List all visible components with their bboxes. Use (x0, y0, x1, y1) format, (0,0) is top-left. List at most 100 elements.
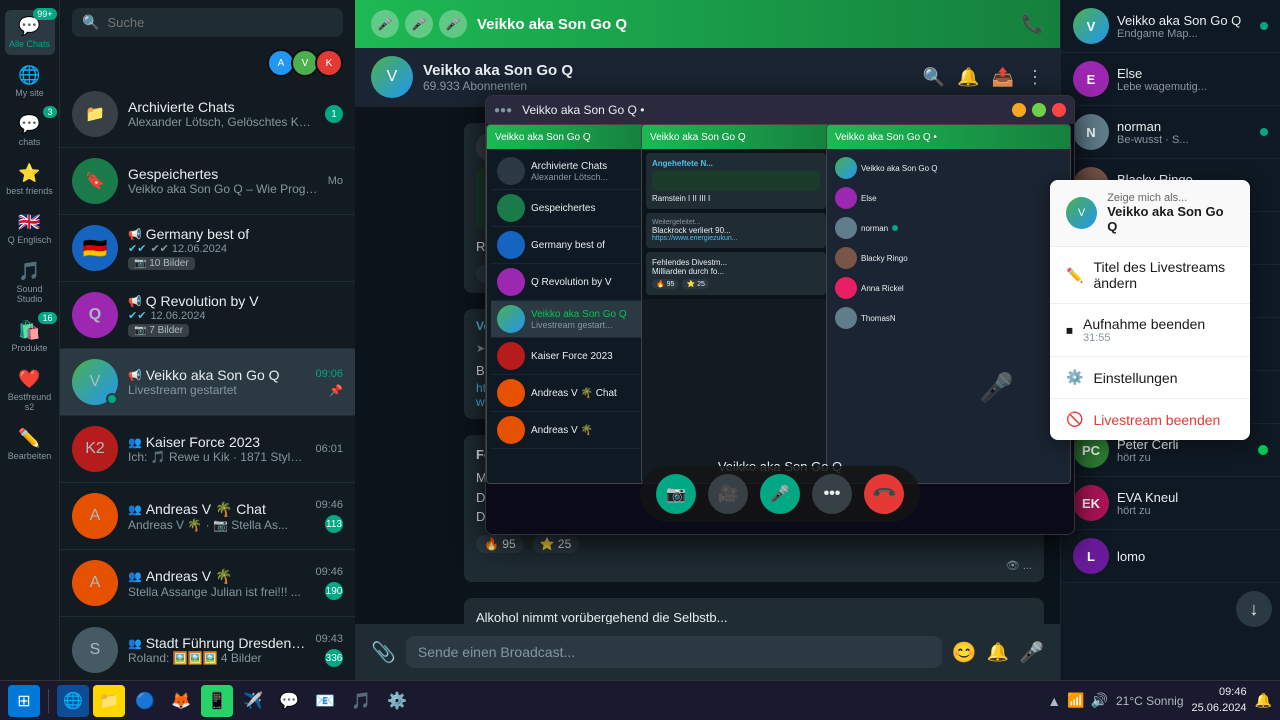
video-btn-end[interactable]: 📞 (856, 466, 913, 523)
video-call-controls: 📷 🎥 🎤 ••• 📞 (640, 466, 920, 522)
mini-chat-2: Gespeichertes (491, 190, 641, 227)
taskbar-app-5[interactable]: 📧 (309, 685, 341, 717)
chat-item-andreas-v2[interactable]: A 👥 Andreas V 🌴 Stella Assange Julian is… (60, 550, 355, 617)
bestfreund-icon: ❤️ (18, 369, 40, 390)
produkte-badge: 16 (38, 312, 56, 324)
chat-avatar-stadt: S (72, 627, 118, 673)
taskbar-whatsapp-icon[interactable]: 📱 (201, 685, 233, 717)
tray-notification-icon[interactable]: 🔔 (1255, 692, 1272, 709)
rp-avatar-norman: N (1073, 114, 1109, 150)
end-call-icon[interactable]: 📞 (1022, 14, 1044, 35)
call-avatars: 🎤 🎤 🎤 (371, 10, 467, 38)
taskbar-discord-icon[interactable]: 💬 (273, 685, 305, 717)
double-check-2-icon: ✔✔ (128, 309, 146, 322)
post-text-4: Alkohol nimmt vorübergehend die Selbstb.… (476, 608, 1032, 625)
header-avatar-3: K (315, 49, 343, 77)
reaction-fire-3[interactable]: 🔥 95 (476, 535, 524, 553)
reaction-star-3[interactable]: ⭐ 25 (532, 535, 580, 553)
sidebar-item-my-site[interactable]: 🌐 My site (5, 59, 55, 104)
chat-avatar-archivierte: 📁 (72, 91, 118, 137)
video-title-bar: ●●● Veikko aka Son Go Q • (486, 96, 1074, 124)
close-video-button[interactable] (1052, 103, 1066, 117)
left-nav: 💬 Alle Chats 99+ 🌐 My site 💬 chats 3 ⭐ b… (0, 0, 60, 680)
sidebar-item-q-english[interactable]: 🇬🇧 Q Englisch (5, 206, 55, 251)
chat-badge-andreas2: 190 (325, 582, 343, 600)
scroll-down-button[interactable]: ↓ (1236, 591, 1272, 627)
notify-input-icon[interactable]: 🔔 (987, 642, 1009, 663)
ctx-item-beenden[interactable]: 🚫 Livestream beenden (1050, 399, 1250, 440)
best-friends-icon: ⭐ (18, 163, 40, 184)
taskbar-right: ▲ 📶 🔊 21°C Sonnig 09:46 25.06.2024 🔔 (1047, 685, 1272, 716)
start-button[interactable]: ⊞ (8, 685, 40, 717)
share-icon[interactable]: 📤 (992, 67, 1014, 88)
notify-icon[interactable]: 🔔 (957, 67, 979, 88)
rp-item-lomo[interactable]: L lomo (1061, 530, 1280, 583)
chat-input-area: 📎 😊 🔔 🎤 (355, 624, 1060, 680)
tray-volume-icon[interactable]: 🔊 (1091, 692, 1108, 709)
chat-item-archivierte[interactable]: 📁 Archivierte Chats Alexander Lötsch, Ge… (60, 81, 355, 148)
search-input[interactable] (107, 15, 333, 30)
sound-studio-icon: 🎵 (18, 261, 40, 282)
rp-item-norman[interactable]: N norman Be-wusst · S... (1061, 106, 1280, 159)
taskbar-file-icon[interactable]: 📁 (93, 685, 125, 717)
rp-avatar-eva: EK (1073, 485, 1109, 521)
chat-item-veikko[interactable]: V 📢 Veikko aka Son Go Q Livestream gesta… (60, 349, 355, 416)
chat-item-gespeichertes[interactable]: 🔖 Gespeichertes Veikko aka Son Go Q – Wi… (60, 148, 355, 215)
sidebar-item-bestfreund[interactable]: ❤️ Bestfreund s2 (5, 363, 55, 418)
emoji-icon[interactable]: 😊 (952, 640, 977, 665)
video-btn-more[interactable]: ••• (812, 474, 852, 514)
rp-item-else[interactable]: E Else Lebe wagemutig... (1061, 53, 1280, 106)
views-3: 👁 ... (1006, 560, 1032, 572)
taskbar-app-7[interactable]: ⚙️ (381, 685, 413, 717)
mini-header-1: Veikko aka Son Go Q (487, 125, 645, 149)
bearbeiten-icon: ✏️ (18, 428, 40, 449)
mini-chat-4: Q Revolution by V (491, 264, 641, 301)
sidebar-item-best-friends[interactable]: ⭐ best friends (5, 157, 55, 202)
taskbar-telegram-icon[interactable]: ✈️ (237, 685, 269, 717)
ctx-end-icon: 🚫 (1066, 411, 1083, 428)
ctx-header-name: Veikko aka Son Go Q (1107, 204, 1234, 234)
search-channel-icon[interactable]: 🔍 (923, 67, 945, 88)
taskbar-chrome-icon[interactable]: 🔵 (129, 685, 161, 717)
rp-item-veikko[interactable]: V Veikko aka Son Go Q Endgame Map... (1061, 0, 1280, 53)
more-channel-icon[interactable]: ⋮ (1026, 67, 1044, 88)
ctx-item-aufnahme[interactable]: ⏹ Aufnahme beenden 31:55 (1050, 304, 1250, 357)
video-window[interactable]: ●●● Veikko aka Son Go Q • Veikko aka Son… (485, 95, 1075, 535)
mini-chat-5-active: Veikko aka Son Go Q Livestream gestart..… (491, 301, 641, 338)
mic-input-icon[interactable]: 🎤 (1019, 640, 1044, 665)
chat-item-andreas-v[interactable]: A 👥 Andreas V 🌴 Chat Andreas V 🌴 · 📷 Ste… (60, 483, 355, 550)
video-content: Veikko aka Son Go Q Archivierte Chats Al… (486, 124, 1074, 534)
taskbar-edge-icon[interactable]: 🌐 (57, 685, 89, 717)
taskbar-firefox-icon[interactable]: 🦊 (165, 685, 197, 717)
tray-up-arrow[interactable]: ▲ (1047, 693, 1061, 709)
minimize-button[interactable] (1012, 103, 1026, 117)
channel-name-header: Veikko aka Son Go Q (477, 16, 1012, 33)
sidebar-item-sound-studio[interactable]: 🎵 Sound Studio (5, 255, 55, 310)
mini-member-5: Anna Rickel (831, 273, 1066, 303)
chat-item-q-revolution[interactable]: Q 📢 Q Revolution by V ✔✔ 12.06.2024 📷 7 … (60, 282, 355, 349)
video-btn-mic[interactable]: 🎤 (760, 474, 800, 514)
taskbar: ⊞ 🌐 📁 🔵 🦊 📱 ✈️ 💬 📧 🎵 ⚙️ ▲ 📶 🔊 21°C Sonni… (0, 680, 1280, 720)
maximize-button[interactable] (1032, 103, 1046, 117)
ctx-item-einstellungen[interactable]: ⚙️ Einstellungen (1050, 357, 1250, 399)
video-btn-camera[interactable]: 📷 (656, 474, 696, 514)
tray-network-icon[interactable]: 📶 (1067, 692, 1084, 709)
chat-avatar-andreas: A (72, 493, 118, 539)
rp-item-eva[interactable]: EK EVA Kneul hört zu (1061, 477, 1280, 530)
chat-item-germany[interactable]: 🇩🇪 📢 Germany best of ✔✔ ✔✔ 12.06.2024 📷 … (60, 215, 355, 282)
mini-chat-6: Kaiser Force 2023 (491, 338, 641, 375)
chat-item-kaiser[interactable]: K2 👥 Kaiser Force 2023 Ich: 🎵 Rewe u Kik… (60, 416, 355, 483)
channel-name: Veikko aka Son Go Q (423, 62, 573, 79)
chat-item-stadt[interactable]: S 👥 Stadt Führung Dresden mit V Roland: … (60, 617, 355, 680)
mini-member-6: ThomasN (831, 303, 1066, 333)
broadcast-input[interactable] (406, 636, 942, 668)
video-btn-video-off[interactable]: 🎥 (708, 474, 748, 514)
taskbar-separator-1 (48, 689, 49, 713)
ctx-item-title[interactable]: ✏️ Titel des Livestreams ändern (1050, 247, 1250, 304)
subscriber-count: 69.933 Abonnenten (423, 79, 573, 93)
mini-header-3: Veikko aka Son Go Q • (827, 125, 1070, 149)
call-avatar-1: 🎤 (371, 10, 399, 38)
taskbar-app-6[interactable]: 🎵 (345, 685, 377, 717)
attach-icon[interactable]: 📎 (371, 640, 396, 665)
sidebar-item-bearbeiten[interactable]: ✏️ Bearbeiten (5, 422, 55, 467)
